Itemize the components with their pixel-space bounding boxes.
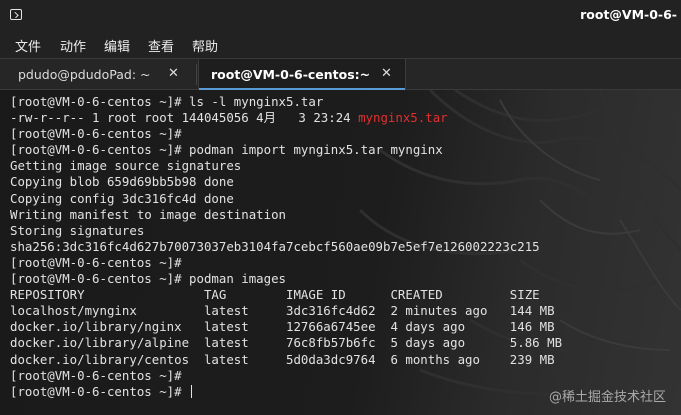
menu-bar: 文件 动作 编辑 查看 帮助 — [0, 30, 681, 58]
terminal-line: Writing manifest to image destination — [10, 207, 562, 223]
terminal-line-text: [root@VM-0-6-centos ~]# podman import my… — [10, 142, 443, 158]
highlighted-filename: mynginx5.tar — [358, 110, 448, 126]
terminal-line: Storing signatures — [10, 223, 562, 239]
terminal-line-text: [root@VM-0-6-centos ~]# ls -l mynginx5.t… — [10, 94, 324, 109]
text-cursor[interactable] — [191, 384, 193, 398]
close-icon[interactable]: ✕ — [381, 66, 392, 81]
menu-file[interactable]: 文件 — [15, 36, 41, 55]
terminal-line-text: [root@VM-0-6-centos ~]# podman images — [10, 271, 287, 287]
terminal-line-text: Copying blob 659d69bb5b98 done — [10, 174, 234, 190]
terminal-line: [root@VM-0-6-centos ~]# podman images — [10, 271, 562, 287]
terminal-line-text: localhost/mynginx latest 3dc316fc4d62 2 … — [10, 303, 555, 319]
title-bar[interactable]: root@VM-0-6- — [0, 0, 681, 30]
tab-bar: pdudo@pdudoPad: ~ ✕ root@VM-0-6-centos:~… — [0, 58, 681, 90]
terminal-line: docker.io/library/alpine latest 76c8fb57… — [10, 335, 562, 351]
terminal-line-text: sha256:3dc316fc4d627b70073037eb3104fa7ce… — [10, 238, 540, 254]
terminal-line-text: docker.io/library/nginx latest 12766a674… — [10, 319, 555, 335]
tab-label: pdudo@pdudoPad: ~ — [18, 67, 151, 82]
terminal-line-text: [root@VM-0-6-centos ~]# — [10, 367, 182, 383]
terminal-line: -rw-r--r-- 1 root root 144045056 4月 3 23… — [10, 110, 562, 126]
terminal-line: [root@VM-0-6-centos ~]# — [10, 255, 562, 271]
terminal-line: [root@VM-0-6-centos ~]# podman import my… — [10, 142, 562, 158]
terminal-line: localhost/mynginx latest 3dc316fc4d62 2 … — [10, 303, 562, 319]
terminal-line-text: docker.io/library/centos latest 5d0da3dc… — [10, 351, 555, 367]
terminal-line-text: REPOSITORY TAG IMAGE ID CREATED SIZE — [10, 287, 540, 303]
terminal-area[interactable]: [root@VM-0-6-centos ~]# ls -l mynginx5.t… — [0, 90, 681, 415]
tab-divider — [196, 64, 197, 85]
terminal-line-text: [root@VM-0-6-centos ~]# — [10, 254, 182, 270]
terminal-line-text: [root@VM-0-6-centos ~]# — [10, 126, 182, 142]
terminal-line-text: Copying config 3dc316fc4d done — [10, 190, 234, 206]
terminal-window: root@VM-0-6- 文件 动作 编辑 查看 帮助 pdudo@pdudoP… — [0, 0, 681, 415]
terminal-line-text: docker.io/library/alpine latest 76c8fb57… — [10, 335, 563, 351]
terminal-line-text: Getting image source signatures — [10, 158, 242, 174]
terminal-output: [root@VM-0-6-centos ~]# ls -l mynginx5.t… — [10, 94, 562, 400]
terminal-line: Getting image source signatures — [10, 158, 562, 174]
tab-label: root@VM-0-6-centos:~ — [211, 67, 371, 82]
terminal-line-text: -rw-r--r-- 1 root root 144045056 4月 3 23… — [10, 110, 359, 126]
terminal-line: [root@VM-0-6-centos ~]# — [10, 368, 562, 384]
terminal-line: [root@VM-0-6-centos ~]# — [10, 126, 562, 142]
menu-help[interactable]: 帮助 — [192, 36, 218, 55]
tab-pdudo[interactable]: pdudo@pdudoPad: ~ ✕ — [0, 59, 196, 90]
menu-view[interactable]: 查看 — [148, 36, 174, 55]
terminal-line: sha256:3dc316fc4d627b70073037eb3104fa7ce… — [10, 239, 562, 255]
watermark: @稀土掘金技术社区 — [548, 390, 666, 405]
terminal-line: Copying blob 659d69bb5b98 done — [10, 174, 562, 190]
tab-root-centos[interactable]: root@VM-0-6-centos:~ ✕ — [198, 59, 406, 90]
terminal-window-icon[interactable] — [10, 9, 22, 20]
close-icon[interactable]: ✕ — [168, 66, 179, 81]
menu-action[interactable]: 动作 — [60, 36, 86, 55]
terminal-line: [root@VM-0-6-centos ~]# — [10, 384, 562, 400]
terminal-line-text: Storing signatures — [10, 222, 145, 238]
menu-edit[interactable]: 编辑 — [104, 36, 130, 55]
terminal-line-text: Writing manifest to image destination — [10, 206, 287, 222]
terminal-line: docker.io/library/nginx latest 12766a674… — [10, 319, 562, 335]
terminal-line: Copying config 3dc316fc4d done — [10, 191, 562, 207]
window-title: root@VM-0-6- — [580, 7, 677, 22]
terminal-line: docker.io/library/centos latest 5d0da3dc… — [10, 352, 562, 368]
terminal-line-text: [root@VM-0-6-centos ~]# — [10, 383, 190, 399]
terminal-line: REPOSITORY TAG IMAGE ID CREATED SIZE — [10, 287, 562, 303]
terminal-line: [root@VM-0-6-centos ~]# ls -l mynginx5.t… — [10, 94, 562, 110]
